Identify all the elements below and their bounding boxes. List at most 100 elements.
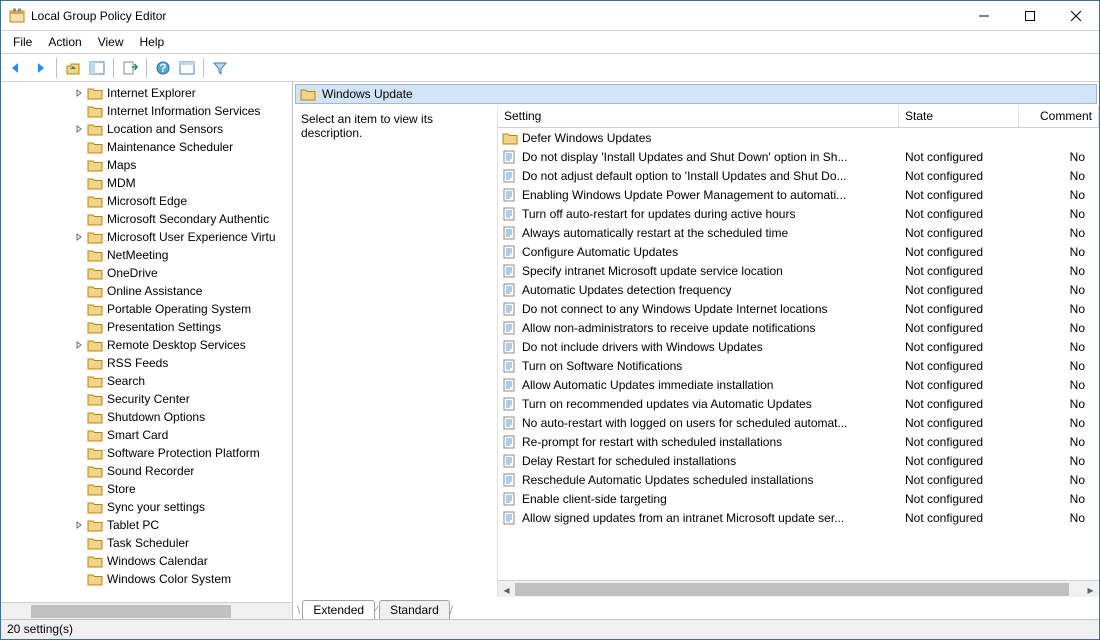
tree-item-label: Task Scheduler	[107, 536, 189, 550]
tab-standard[interactable]: Standard	[379, 600, 450, 619]
expander-icon[interactable]	[73, 89, 85, 97]
tree-item[interactable]: Shutdown Options	[1, 408, 292, 426]
tree-item[interactable]: Remote Desktop Services	[1, 336, 292, 354]
menu-help[interactable]: Help	[132, 32, 173, 52]
column-comment[interactable]: Comment	[1019, 106, 1099, 127]
list-policy-row[interactable]: Do not display 'Install Updates and Shut…	[498, 147, 1099, 166]
column-setting[interactable]: Setting	[498, 106, 899, 127]
back-button[interactable]	[5, 57, 27, 79]
tree-horizontal-scrollbar[interactable]	[1, 602, 292, 619]
column-state[interactable]: State	[899, 106, 1019, 127]
tree-item[interactable]: Portable Operating System	[1, 300, 292, 318]
setting-label: Do not include drivers with Windows Upda…	[522, 340, 763, 354]
export-list-button[interactable]	[119, 57, 141, 79]
tree-item[interactable]: Smart Card	[1, 426, 292, 444]
list-policy-row[interactable]: Delay Restart for scheduled installation…	[498, 451, 1099, 470]
tree-item[interactable]: Microsoft Secondary Authentic	[1, 210, 292, 228]
list-policy-row[interactable]: Specify intranet Microsoft update servic…	[498, 261, 1099, 280]
list-policy-row[interactable]: Allow non-administrators to receive upda…	[498, 318, 1099, 337]
tree-item[interactable]: Windows Color System	[1, 570, 292, 588]
list-policy-row[interactable]: Automatic Updates detection frequencyNot…	[498, 280, 1099, 299]
tree-item[interactable]: Store	[1, 480, 292, 498]
help-button[interactable]: ?	[152, 57, 174, 79]
state-cell: Not configured	[899, 435, 1019, 449]
list-policy-row[interactable]: Enable client-side targetingNot configur…	[498, 489, 1099, 508]
tree-item[interactable]: Online Assistance	[1, 282, 292, 300]
expander-icon[interactable]	[73, 341, 85, 349]
comment-cell: No	[1019, 264, 1099, 278]
list-policy-row[interactable]: Do not include drivers with Windows Upda…	[498, 337, 1099, 356]
menu-action[interactable]: Action	[40, 32, 89, 52]
menu-file[interactable]: File	[5, 32, 40, 52]
tree-item[interactable]: Internet Information Services	[1, 102, 292, 120]
comment-cell: No	[1019, 340, 1099, 354]
tree-item-label: OneDrive	[107, 266, 158, 280]
setting-label: Do not connect to any Windows Update Int…	[522, 302, 828, 316]
detail-split: Select an item to view its description. …	[293, 106, 1099, 597]
list-policy-row[interactable]: No auto-restart with logged on users for…	[498, 413, 1099, 432]
state-cell: Not configured	[899, 359, 1019, 373]
tree-item[interactable]: Sync your settings	[1, 498, 292, 516]
list-policy-row[interactable]: Turn off auto-restart for updates during…	[498, 204, 1099, 223]
tree-item-label: Windows Color System	[107, 572, 231, 586]
list-body[interactable]: Defer Windows UpdatesDo not display 'Ins…	[498, 128, 1099, 580]
tree-item[interactable]: Windows Calendar	[1, 552, 292, 570]
folder-icon	[87, 122, 103, 136]
list-policy-row[interactable]: Configure Automatic UpdatesNot configure…	[498, 242, 1099, 261]
tree-item-label: Store	[107, 482, 136, 496]
list-policy-row[interactable]: Turn on recommended updates via Automati…	[498, 394, 1099, 413]
close-button[interactable]	[1053, 1, 1099, 31]
list-policy-row[interactable]: Reschedule Automatic Updates scheduled i…	[498, 470, 1099, 489]
policy-icon	[502, 378, 518, 392]
maximize-button[interactable]	[1007, 1, 1053, 31]
list-folder-row[interactable]: Defer Windows Updates	[498, 128, 1099, 147]
tree-item[interactable]: Software Protection Platform	[1, 444, 292, 462]
up-button[interactable]	[62, 57, 84, 79]
tree-item[interactable]: Microsoft Edge	[1, 192, 292, 210]
list-policy-row[interactable]: Enabling Windows Update Power Management…	[498, 185, 1099, 204]
policy-icon	[502, 302, 518, 316]
tree-item[interactable]: Location and Sensors	[1, 120, 292, 138]
list-policy-row[interactable]: Re-prompt for restart with scheduled ins…	[498, 432, 1099, 451]
list-policy-row[interactable]: Always automatically restart at the sche…	[498, 223, 1099, 242]
folder-icon	[87, 536, 103, 550]
tree-item[interactable]: Tablet PC	[1, 516, 292, 534]
tree-view[interactable]: Internet ExplorerInternet Information Se…	[1, 82, 292, 602]
tree-item[interactable]: Maintenance Scheduler	[1, 138, 292, 156]
tree-item[interactable]: Search	[1, 372, 292, 390]
list-policy-row[interactable]: Allow Automatic Updates immediate instal…	[498, 375, 1099, 394]
tree-item-label: Security Center	[107, 392, 190, 406]
tree-item[interactable]: MDM	[1, 174, 292, 192]
list-horizontal-scrollbar[interactable]: ◂ ▸	[498, 580, 1099, 597]
menu-view[interactable]: View	[90, 32, 132, 52]
filter-button[interactable]	[209, 57, 231, 79]
list-policy-row[interactable]: Allow signed updates from an intranet Mi…	[498, 508, 1099, 527]
list-policy-row[interactable]: Do not connect to any Windows Update Int…	[498, 299, 1099, 318]
forward-button[interactable]	[29, 57, 51, 79]
tree-item[interactable]: Security Center	[1, 390, 292, 408]
list-policy-row[interactable]: Turn on Software NotificationsNot config…	[498, 356, 1099, 375]
expander-icon[interactable]	[73, 125, 85, 133]
tree-item[interactable]: Internet Explorer	[1, 84, 292, 102]
expander-icon[interactable]	[73, 521, 85, 529]
state-cell: Not configured	[899, 245, 1019, 259]
tree-item[interactable]: Sound Recorder	[1, 462, 292, 480]
tree-item[interactable]: NetMeeting	[1, 246, 292, 264]
state-cell: Not configured	[899, 454, 1019, 468]
list-policy-row[interactable]: Do not adjust default option to 'Install…	[498, 166, 1099, 185]
tree-item[interactable]: Microsoft User Experience Virtu	[1, 228, 292, 246]
folder-icon	[87, 410, 103, 424]
comment-cell: No	[1019, 321, 1099, 335]
expander-icon[interactable]	[73, 233, 85, 241]
setting-label: Do not adjust default option to 'Install…	[522, 169, 847, 183]
show-hide-tree-button[interactable]	[86, 57, 108, 79]
minimize-button[interactable]	[961, 1, 1007, 31]
tree-item[interactable]: Task Scheduler	[1, 534, 292, 552]
tab-extended[interactable]: Extended	[302, 600, 375, 619]
tree-item[interactable]: Maps	[1, 156, 292, 174]
tree-item[interactable]: OneDrive	[1, 264, 292, 282]
tree-item[interactable]: RSS Feeds	[1, 354, 292, 372]
tree-item[interactable]: Presentation Settings	[1, 318, 292, 336]
properties-button[interactable]	[176, 57, 198, 79]
comment-cell: No	[1019, 169, 1099, 183]
